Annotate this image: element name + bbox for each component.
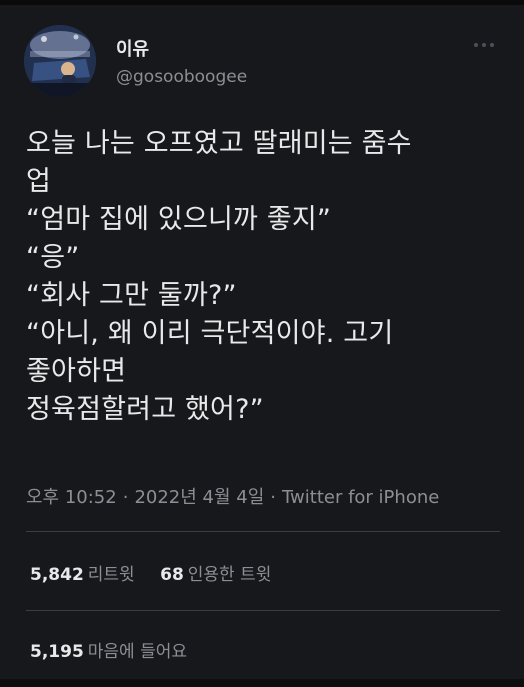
meta-separator: · bbox=[122, 487, 129, 508]
retweets-label: 리트윗 bbox=[87, 565, 135, 585]
engagement-stats: 5,842 리트윗 68 인용한 트윗 bbox=[30, 560, 271, 585]
avatar-image-icon bbox=[24, 25, 96, 97]
tweet-header: 이유 @gosooboogee bbox=[24, 25, 500, 97]
tweet-text: 오늘 나는 오프였고 딸래미는 줌수 업 “엄마 집에 있으니까 좋지” “응”… bbox=[26, 125, 498, 429]
author-name[interactable]: 이유 bbox=[116, 35, 149, 61]
tweet-text-line: “응” bbox=[26, 242, 80, 273]
likes-count: 5,195 bbox=[30, 642, 84, 662]
quotes-count: 68 bbox=[160, 565, 184, 585]
more-dot bbox=[490, 43, 494, 47]
tweet-text-line: 정육점할려고 했어?” bbox=[26, 394, 264, 425]
retweets-count: 5,842 bbox=[30, 565, 84, 585]
tweet-text-line: “엄마 집에 있으니까 좋지” bbox=[26, 204, 332, 235]
likes-label: 마음에 들어요 bbox=[87, 642, 188, 662]
tweet-time[interactable]: 오후 10:52 bbox=[26, 487, 117, 508]
divider bbox=[26, 531, 500, 532]
likes-stat[interactable]: 5,195 마음에 들어요 bbox=[30, 637, 187, 662]
likes-stats: 5,195 마음에 들어요 bbox=[30, 637, 187, 662]
author-handle[interactable]: @gosooboogee bbox=[116, 67, 247, 87]
tweet-text-line: 오늘 나는 오프였고 딸래미는 줌수 bbox=[26, 128, 412, 159]
more-dot bbox=[474, 43, 478, 47]
more-dot bbox=[482, 43, 486, 47]
retweets-stat[interactable]: 5,842 리트윗 bbox=[30, 560, 135, 585]
tweet-text-line: 업 bbox=[26, 166, 52, 197]
divider bbox=[26, 610, 500, 611]
tweet-source[interactable]: Twitter for iPhone bbox=[282, 487, 439, 508]
tweet-date[interactable]: 2022년 4월 4일 bbox=[134, 487, 264, 508]
tweet-text-line: 좋아하면 bbox=[26, 356, 127, 387]
avatar[interactable] bbox=[24, 25, 96, 97]
more-options-icon[interactable] bbox=[474, 41, 494, 49]
quotes-label: 인용한 트윗 bbox=[187, 565, 272, 585]
quotes-stat[interactable]: 68 인용한 트윗 bbox=[160, 560, 271, 585]
tweet-text-line: “회사 그만 둘까?” bbox=[26, 280, 237, 311]
tweet-metadata: 오후 10:52 · 2022년 4월 4일 · Twitter for iPhone bbox=[26, 483, 439, 509]
tweet-text-line: “아니, 왜 이리 극단적이야. 고기 bbox=[26, 318, 394, 349]
bottom-edge bbox=[0, 679, 524, 687]
meta-separator: · bbox=[270, 487, 277, 508]
tweet-card: 이유 @gosooboogee 오늘 나는 오프였고 딸래미는 줌수 업 “엄마… bbox=[0, 0, 524, 687]
